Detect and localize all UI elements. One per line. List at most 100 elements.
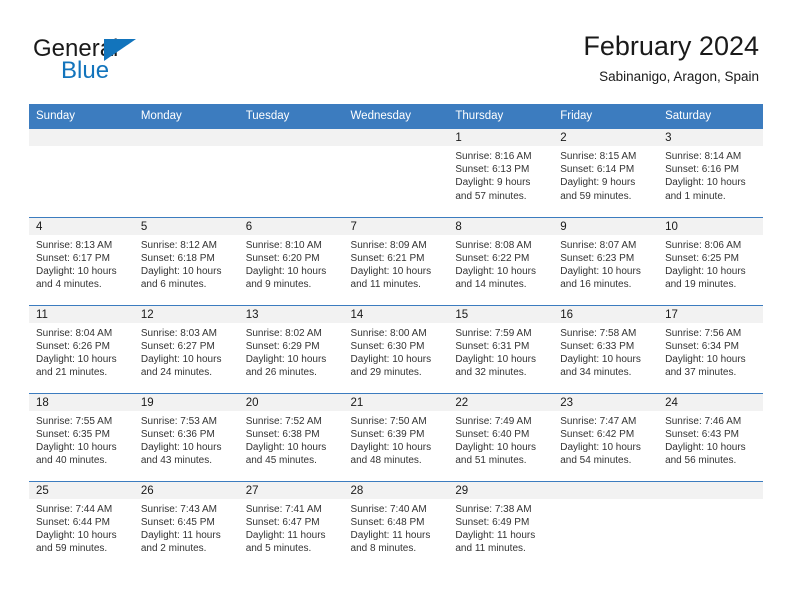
day-number: 22 — [448, 393, 554, 411]
day-cell-content: 14 Sunrise: 8:00 AM Sunset: 6:30 PM Dayligh… — [343, 305, 449, 393]
day-number: 24 — [658, 393, 763, 411]
day-cell-content — [238, 129, 344, 217]
day-sun-info: Sunrise: 8:14 AM Sunset: 6:16 PM Daylight:… — [658, 146, 763, 203]
day-info-line: Sunrise: 8:12 AM — [140, 239, 217, 251]
day-number: 10 — [658, 217, 763, 235]
calendar-day-cell[interactable]: 5 Sunrise: 8:12 AM Sunset: 6:18 PM Daylight… — [133, 216, 239, 305]
day-info-line: Sunrise: 7:40 AM — [350, 503, 427, 515]
calendar-day-cell[interactable]: 2 Sunrise: 8:15 AM Sunset: 6:14 PM Daylight… — [553, 129, 659, 217]
calendar-day-cell[interactable]: 23 Sunrise: 7:47 AM Sunset: 6:42 PM Dayligh… — [553, 392, 659, 481]
calendar-day-cell[interactable]: 3 Sunrise: 8:14 AM Sunset: 6:16 PM Daylight… — [658, 129, 763, 217]
calendar-day-cell[interactable]: 19 Sunrise: 7:53 AM Sunset: 6:36 PM Dayligh… — [133, 392, 239, 481]
calendar-day-cell[interactable]: 6 Sunrise: 8:10 AM Sunset: 6:20 PM Daylight… — [238, 216, 344, 305]
calendar-day-cell[interactable]: 15 Sunrise: 7:59 AM Sunset: 6:31 PM Dayligh… — [448, 304, 554, 393]
brand-logo[interactable]: General Blue — [33, 36, 273, 92]
calendar-day-cell[interactable]: 13 Sunrise: 8:02 AM Sunset: 6:29 PM Dayligh… — [238, 304, 344, 393]
day-info-line: Sunrise: 7:53 AM — [140, 415, 217, 427]
weekday-header-sunday: Sunday — [29, 104, 134, 129]
day-info-line: Sunset: 6:40 PM — [455, 428, 530, 440]
day-info-line: and 56 minutes. — [665, 455, 737, 467]
day-sun-info: Sunrise: 8:00 AM Sunset: 6:30 PM Daylight:… — [344, 323, 449, 380]
calendar-day-cell[interactable]: 27 Sunrise: 7:41 AM Sunset: 6:47 PM Dayligh… — [238, 480, 344, 570]
day-info-line: Daylight: 10 hours — [455, 265, 536, 277]
day-cell-content: 4 Sunrise: 8:13 AM Sunset: 6:17 PM Daylight… — [29, 217, 134, 305]
day-cell-content: 9 Sunrise: 8:07 AM Sunset: 6:23 PM Daylight… — [553, 217, 659, 305]
day-number: 2 — [553, 129, 659, 146]
calendar-day-cell[interactable]: 4 Sunrise: 8:13 AM Sunset: 6:17 PM Daylight… — [29, 216, 134, 305]
day-number: 27 — [238, 481, 344, 499]
calendar-day-cell[interactable]: 12 Sunrise: 8:03 AM Sunset: 6:27 PM Dayligh… — [133, 304, 239, 393]
calendar-day-cell[interactable]: 7 Sunrise: 8:09 AM Sunset: 6:21 PM Daylight… — [343, 216, 449, 305]
day-info-line: Sunrise: 8:16 AM — [455, 151, 532, 162]
day-sun-info: Sunrise: 7:44 AM Sunset: 6:44 PM Daylight:… — [29, 499, 134, 556]
day-info-line: Daylight: 10 hours — [245, 353, 327, 365]
day-info-line: Sunset: 6:36 PM — [140, 428, 215, 440]
day-info-line: Sunset: 6:29 PM — [245, 340, 320, 352]
day-info-line: Daylight: 10 hours — [140, 353, 222, 365]
day-number: 11 — [29, 305, 134, 323]
calendar-day-cell[interactable]: 20 Sunrise: 7:52 AM Sunset: 6:38 PM Dayligh… — [238, 392, 344, 481]
calendar-day-cell[interactable]: 1 Sunrise: 8:16 AM Sunset: 6:13 PM Daylight… — [448, 129, 554, 217]
day-info-line: Sunset: 6:17 PM — [36, 252, 110, 264]
calendar-day-cell[interactable]: 11 Sunrise: 8:04 AM Sunset: 6:26 PM Dayligh… — [29, 304, 134, 393]
day-info-line: Daylight: 11 hours — [455, 529, 536, 541]
day-cell-content: 11 Sunrise: 8:04 AM Sunset: 6:26 PM Dayligh… — [29, 305, 134, 393]
day-cell-content: 15 Sunrise: 7:59 AM Sunset: 6:31 PM Dayligh… — [448, 305, 554, 393]
day-cell-content: 23 Sunrise: 7:47 AM Sunset: 6:42 PM Dayligh… — [553, 393, 659, 481]
day-cell-content: 16 Sunrise: 7:58 AM Sunset: 6:33 PM Dayligh… — [553, 305, 659, 393]
calendar-day-cell[interactable]: 9 Sunrise: 8:07 AM Sunset: 6:23 PM Daylight… — [553, 216, 659, 305]
day-sun-info: Sunrise: 7:49 AM Sunset: 6:40 PM Daylight:… — [448, 411, 553, 468]
weekday-header-row: Sunday Monday Tuesday Wednesday Thursday… — [29, 104, 763, 129]
day-number: 26 — [133, 481, 239, 499]
day-cell-content — [133, 129, 239, 217]
day-info-line: Sunset: 6:31 PM — [455, 340, 530, 352]
day-sun-info: Sunrise: 7:50 AM Sunset: 6:39 PM Daylight:… — [344, 411, 449, 468]
day-info-line: Daylight: 10 hours — [36, 353, 117, 365]
day-sun-info: Sunrise: 8:02 AM Sunset: 6:29 PM Daylight:… — [239, 323, 344, 380]
day-info-line: Sunset: 6:34 PM — [665, 340, 739, 352]
calendar-day-cell[interactable]: 28 Sunrise: 7:40 AM Sunset: 6:48 PM Dayligh… — [343, 480, 449, 569]
day-sun-info: Sunrise: 8:15 AM Sunset: 6:14 PM Daylight:… — [553, 146, 658, 203]
day-sun-info: Sunrise: 8:13 AM Sunset: 6:17 PM Daylight:… — [29, 235, 134, 292]
day-cell-content: 7 Sunrise: 8:09 AM Sunset: 6:21 PM Daylight… — [343, 217, 449, 305]
day-sun-info: Sunrise: 8:12 AM Sunset: 6:18 PM Daylight:… — [134, 235, 239, 292]
day-cell-content: 29 Sunrise: 7:38 AM Sunset: 6:49 PM Dayligh… — [448, 481, 554, 570]
calendar-day-cell[interactable]: 8 Sunrise: 8:08 AM Sunset: 6:22 PM Daylight… — [448, 216, 554, 305]
day-number: 25 — [29, 481, 134, 499]
day-info-line: Sunrise: 8:13 AM — [36, 239, 113, 251]
calendar-day-cell[interactable]: 18 Sunrise: 7:55 AM Sunset: 6:35 PM Dayligh… — [29, 392, 134, 481]
day-number: 4 — [29, 217, 134, 235]
calendar-day-cell[interactable]: 29 Sunrise: 7:38 AM Sunset: 6:49 PM Dayligh… — [448, 480, 554, 570]
calendar-day-cell[interactable]: 14 Sunrise: 8:00 AM Sunset: 6:30 PM Dayligh… — [343, 304, 449, 393]
day-number: 8 — [448, 217, 554, 235]
day-info-line: and 9 minutes. — [245, 279, 312, 291]
day-info-line: Daylight: 10 hours — [455, 441, 536, 453]
calendar-day-cell[interactable]: 21 Sunrise: 7:50 AM Sunset: 6:39 PM Dayligh… — [343, 392, 449, 481]
day-number: 14 — [343, 305, 449, 323]
day-info-line: Sunrise: 7:59 AM — [455, 327, 532, 339]
day-number — [343, 129, 449, 146]
day-info-line: Sunrise: 7:44 AM — [36, 503, 113, 515]
calendar-day-cell[interactable]: 24 Sunrise: 7:46 AM Sunset: 6:43 PM Dayligh… — [658, 392, 763, 481]
day-info-line: Daylight: 10 hours — [245, 265, 327, 277]
calendar-day-cell[interactable]: 22 Sunrise: 7:49 AM Sunset: 6:40 PM Dayligh… — [448, 392, 554, 481]
day-cell-content: 5 Sunrise: 8:12 AM Sunset: 6:18 PM Daylight… — [133, 217, 239, 305]
day-info-line: Daylight: 10 hours — [665, 177, 746, 189]
day-cell-content: 2 Sunrise: 8:15 AM Sunset: 6:14 PM Daylight… — [553, 129, 659, 217]
day-info-line: Sunset: 6:42 PM — [560, 428, 635, 440]
day-info-line: and 16 minutes. — [560, 279, 632, 291]
day-info-line: Sunrise: 7:50 AM — [350, 415, 427, 427]
day-info-line: Daylight: 10 hours — [560, 353, 641, 365]
day-info-line: Daylight: 10 hours — [350, 441, 432, 453]
calendar-day-cell[interactable]: 26 Sunrise: 7:43 AM Sunset: 6:45 PM Dayligh… — [133, 480, 239, 569]
day-cell-content: 13 Sunrise: 8:02 AM Sunset: 6:29 PM Dayligh… — [238, 305, 344, 393]
day-cell-content: 27 Sunrise: 7:41 AM Sunset: 6:47 PM Dayligh… — [238, 481, 344, 570]
day-number: 1 — [448, 129, 554, 146]
calendar-day-cell[interactable]: 10 Sunrise: 8:06 AM Sunset: 6:25 PM Dayligh… — [658, 216, 763, 305]
calendar-day-cell[interactable]: 16 Sunrise: 7:58 AM Sunset: 6:33 PM Dayligh… — [553, 304, 659, 393]
day-cell-content: 20 Sunrise: 7:52 AM Sunset: 6:38 PM Dayligh… — [238, 393, 344, 481]
day-info-line: Sunset: 6:47 PM — [245, 516, 320, 528]
calendar-day-cell[interactable]: 25 Sunrise: 7:44 AM Sunset: 6:44 PM Dayligh… — [29, 480, 134, 569]
weekday-header-tuesday: Tuesday — [238, 104, 344, 129]
calendar-day-cell[interactable]: 17 Sunrise: 7:56 AM Sunset: 6:34 PM Dayligh… — [658, 304, 763, 393]
